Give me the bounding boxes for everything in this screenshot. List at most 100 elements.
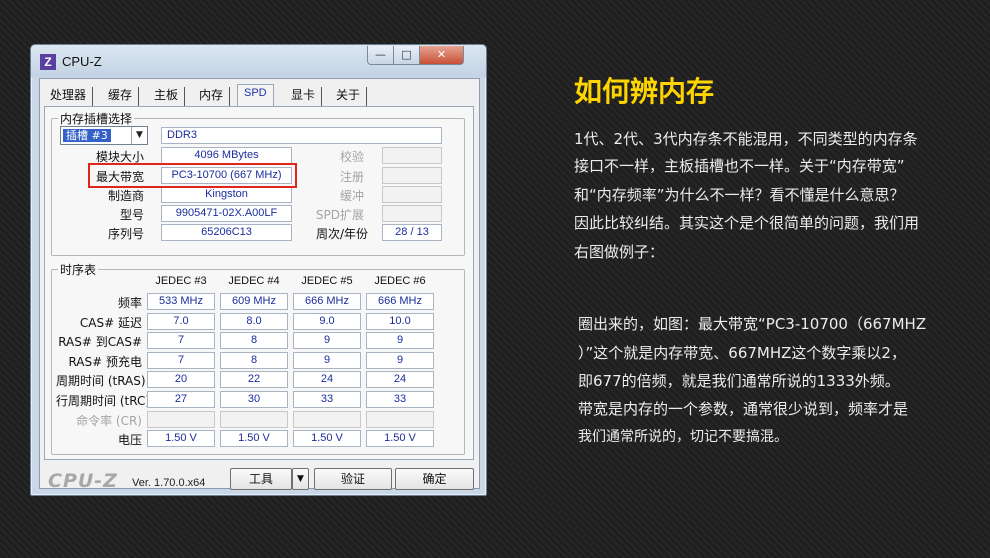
timing-cell: 33 [293, 391, 361, 408]
tab-cache[interactable]: 缓存 [102, 87, 140, 106]
cpuz-app-icon: Z [40, 54, 56, 70]
window-title: CPU-Z [62, 54, 102, 69]
timing-cell: 1.50 V [293, 430, 361, 448]
timing-cell: 9 [293, 332, 361, 350]
spd-ext-value [382, 205, 442, 222]
tab-memory[interactable]: 内存 [193, 87, 231, 106]
timing-cell: 7 [147, 351, 215, 369]
timing-cell: 24 [366, 371, 434, 389]
timing-cell: 666 MHz [366, 293, 434, 310]
paragraph-1-line-2: 接口不一样，主板插槽也不一样。关于“内存带宽” [574, 157, 905, 175]
paragraph-2-line-4: 带宽是内存的一个参数，通常很少说到，频率才是 [578, 400, 909, 418]
buffered-value [382, 186, 442, 203]
column-header: JEDEC #3 [155, 275, 207, 287]
part-number-value: 9905471-02X.A00LF [161, 205, 292, 222]
client-area: 处理器 缓存 主板 内存 SPD 显卡 关于 内存插槽选择 插槽 #3 ▼ DD… [39, 78, 480, 492]
serial-number-value: 65206C13 [161, 224, 292, 241]
chevron-down-icon[interactable]: ▼ [131, 127, 147, 144]
timing-cell: 9 [293, 351, 361, 369]
tab-graphics[interactable]: 显卡 [285, 87, 323, 106]
timings-group-title: 时序表 [58, 261, 99, 278]
timing-cell: 7 [147, 332, 215, 350]
paragraph-1-line-5: 右图做例子： [574, 243, 665, 261]
registered-value [382, 167, 442, 184]
tab-spd[interactable]: SPD [237, 84, 274, 106]
timing-cell: 1.50 V [220, 430, 288, 448]
buffered-label: 缓冲 [339, 189, 364, 203]
paragraph-2-line-5: 我们通常所说的，切记不要搞混。 [578, 429, 788, 445]
paragraph-1-line-4: 因此比较纠结。其实这个是个很简单的问题，我们用 [574, 214, 920, 232]
timing-cell: 9.0 [293, 312, 361, 330]
timing-row-label: RAS# 预充电 [68, 354, 142, 369]
ok-button[interactable]: 确定 [395, 468, 474, 490]
week-year-value: 28 / 13 [382, 224, 442, 241]
timing-row-label: 频率 [117, 296, 142, 310]
tools-dropdown-icon[interactable]: ▼ [292, 468, 309, 490]
timing-cell: 8 [220, 332, 288, 350]
timing-row-label: 行周期时间 (tRC) [56, 394, 151, 408]
tab-mainboard[interactable]: 主板 [148, 87, 186, 106]
timing-cell: 7.0 [147, 312, 215, 330]
slot-select[interactable]: 插槽 #3 ▼ [60, 126, 148, 145]
tab-bar: 处理器 缓存 主板 内存 SPD 显卡 关于 [44, 84, 474, 106]
paragraph-1-line-1: 1代、2代、3代内存条不能混用，不同类型的内存条 [574, 130, 918, 148]
timing-row-label: 命令率 (CR) [76, 413, 142, 428]
timing-cell: 20 [147, 371, 215, 389]
memory-type-field: DDR3 [161, 127, 442, 144]
timing-cell: 533 MHz [147, 293, 215, 310]
timing-cell: 666 MHz [293, 293, 361, 310]
timing-cell: 27 [147, 391, 215, 408]
timing-row-label: 周期时间 (tRAS) [56, 374, 146, 389]
timing-cell: 10.0 [366, 312, 434, 330]
timing-row-label: CAS# 延迟 [79, 315, 142, 330]
tab-processor[interactable]: 处理器 [44, 87, 94, 106]
checksum-value [382, 147, 442, 164]
timing-cell [293, 410, 361, 428]
module-size-value: 4096 MBytes [161, 147, 292, 164]
close-button[interactable]: ✕ [419, 46, 464, 65]
paragraph-2-line-3: 即677的倍频，就是我们通常所说的1333外频。 [578, 372, 900, 390]
timing-cell: 8.0 [220, 312, 288, 330]
registered-label: 注册 [339, 170, 364, 184]
title-bar[interactable]: Z CPU-Z — □ ✕ [31, 45, 486, 77]
checksum-label: 校验 [339, 150, 364, 164]
timing-row-label: 电压 [117, 433, 142, 448]
timing-cell: 9 [366, 332, 434, 350]
timing-cell [147, 410, 215, 428]
column-header: JEDEC #6 [374, 275, 426, 287]
minimize-button[interactable]: — [367, 46, 394, 65]
timing-row-label: RAS# 到CAS# [58, 335, 142, 350]
version-label: Ver. 1.70.0.x64 [132, 477, 206, 489]
part-number-label: 型号 [119, 208, 144, 222]
timing-cell: 1.50 V [147, 430, 215, 448]
timing-cell [366, 410, 434, 428]
spd-ext-label: SPD扩展 [315, 208, 364, 222]
timing-cell: 24 [293, 371, 361, 389]
timings-group: 时序表 JEDEC #3 JEDEC #4 JEDEC #5 JEDEC #6 … [51, 261, 465, 455]
paragraph-2-line-2: ）”这个就是内存带宽、667MHZ这个数字乘以2， [578, 344, 906, 362]
slot-select-value: 插槽 #3 [63, 129, 111, 142]
timing-cell: 33 [366, 391, 434, 408]
paragraph-2-line-1: 圈出来的，如图：最大带宽“PC3-10700（667MHZ [578, 315, 927, 333]
spd-panel: 内存插槽选择 插槽 #3 ▼ DDR3 模块大小 4096 MBytes 校验 … [44, 106, 474, 460]
timing-cell: 9 [366, 351, 434, 369]
cpuz-logo: CPU-Z [48, 470, 118, 492]
timing-cell: 609 MHz [220, 293, 288, 310]
manufacturer-label: 制造商 [107, 189, 144, 203]
timing-cell: 8 [220, 351, 288, 369]
timing-cell: 1.50 V [366, 430, 434, 448]
timing-cell [220, 410, 288, 428]
tab-about[interactable]: 关于 [330, 87, 368, 106]
maximize-button[interactable]: □ [393, 46, 420, 65]
week-year-label: 周次/年份 [315, 227, 368, 241]
bandwidth-highlight-box [88, 163, 297, 188]
tools-button[interactable]: 工具 [230, 468, 292, 490]
validate-button[interactable]: 验证 [314, 468, 392, 490]
timing-cell: 30 [220, 391, 288, 408]
slot-selection-group: 内存插槽选择 插槽 #3 ▼ DDR3 模块大小 4096 MBytes 校验 … [51, 110, 465, 256]
slot-group-title: 内存插槽选择 [58, 110, 135, 127]
column-header: JEDEC #4 [228, 275, 280, 287]
manufacturer-value: Kingston [161, 186, 292, 203]
cpuz-window: Z CPU-Z — □ ✕ 处理器 缓存 主板 内存 SPD 显卡 关于 内存插… [30, 44, 487, 496]
serial-number-label: 序列号 [107, 227, 144, 241]
